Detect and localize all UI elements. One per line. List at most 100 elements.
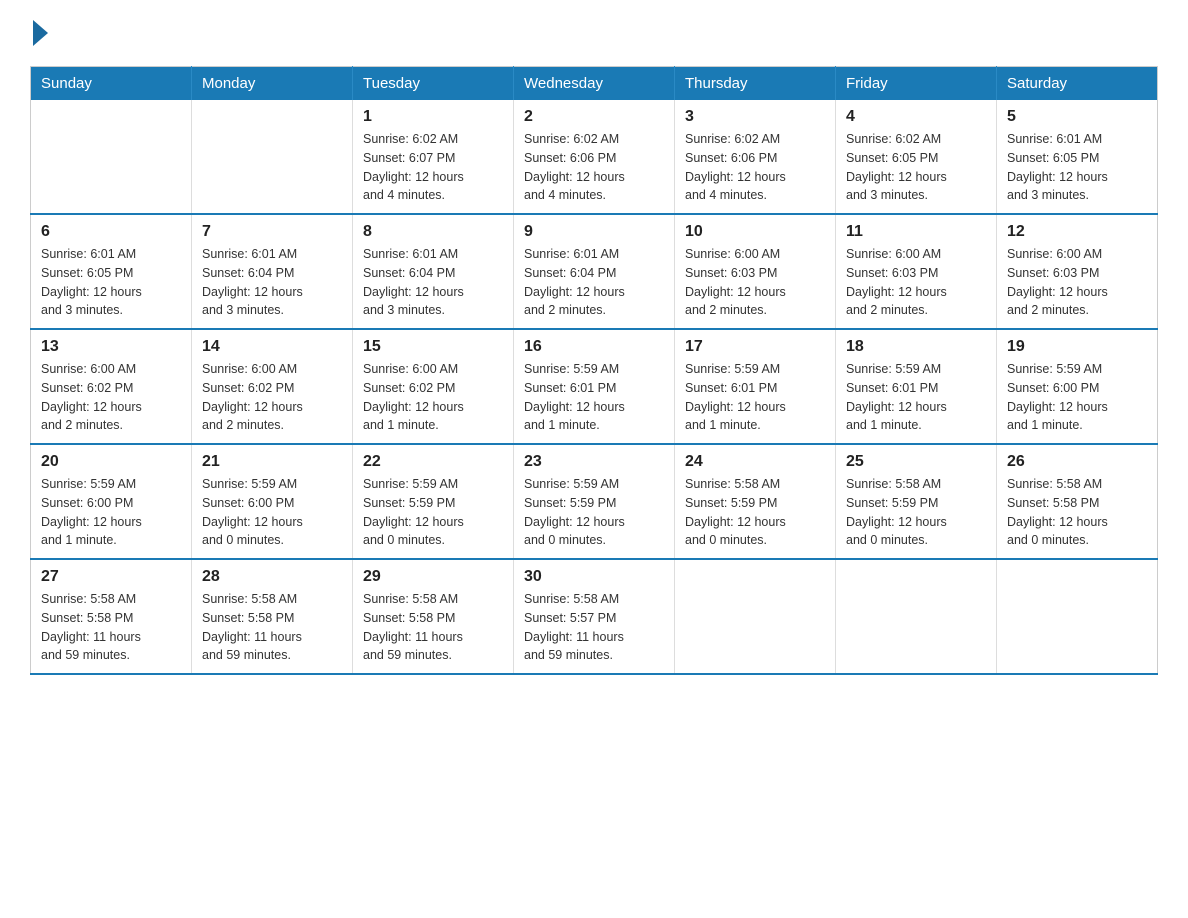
weekday-header-saturday: Saturday bbox=[997, 67, 1158, 101]
calendar-day: 3Sunrise: 6:02 AM Sunset: 6:06 PM Daylig… bbox=[675, 100, 836, 214]
day-info: Sunrise: 6:00 AM Sunset: 6:03 PM Dayligh… bbox=[1007, 245, 1147, 320]
day-info: Sunrise: 6:00 AM Sunset: 6:02 PM Dayligh… bbox=[41, 360, 181, 435]
calendar-day bbox=[836, 559, 997, 674]
day-number: 18 bbox=[846, 338, 986, 356]
day-info: Sunrise: 6:00 AM Sunset: 6:02 PM Dayligh… bbox=[202, 360, 342, 435]
day-info: Sunrise: 5:58 AM Sunset: 5:57 PM Dayligh… bbox=[524, 590, 664, 665]
day-number: 14 bbox=[202, 338, 342, 356]
day-number: 21 bbox=[202, 453, 342, 471]
day-number: 8 bbox=[363, 223, 503, 241]
weekday-header-monday: Monday bbox=[192, 67, 353, 101]
day-info: Sunrise: 5:59 AM Sunset: 6:00 PM Dayligh… bbox=[202, 475, 342, 550]
day-info: Sunrise: 5:58 AM Sunset: 5:58 PM Dayligh… bbox=[363, 590, 503, 665]
day-info: Sunrise: 5:58 AM Sunset: 5:58 PM Dayligh… bbox=[1007, 475, 1147, 550]
calendar-day: 21 Sunrise: 5:59 AM Sunset: 6:00 PM Dayli… bbox=[192, 444, 353, 559]
day-info: Sunrise: 5:59 AM Sunset: 6:01 PM Dayligh… bbox=[524, 360, 664, 435]
calendar-header: SundayMondayTuesdayWednesdayThursdayFrid… bbox=[31, 67, 1158, 101]
calendar-day: 15 Sunrise: 6:00 AM Sunset: 6:02 PM Dayli… bbox=[353, 329, 514, 444]
calendar-day: 18 Sunrise: 5:59 AM Sunset: 6:01 PM Dayli… bbox=[836, 329, 997, 444]
day-info: Sunrise: 5:59 AM Sunset: 6:01 PM Dayligh… bbox=[685, 360, 825, 435]
calendar-day: 20 Sunrise: 5:59 AM Sunset: 6:00 PM Dayli… bbox=[31, 444, 192, 559]
weekday-header-sunday: Sunday bbox=[31, 67, 192, 101]
day-number: 13 bbox=[41, 338, 181, 356]
calendar-day: 30 Sunrise: 5:58 AM Sunset: 5:57 PM Dayli… bbox=[514, 559, 675, 674]
day-number: 4 bbox=[846, 108, 986, 126]
day-number: 5 bbox=[1007, 108, 1147, 126]
day-info: Sunrise: 5:59 AM Sunset: 6:00 PM Dayligh… bbox=[41, 475, 181, 550]
day-number: 25 bbox=[846, 453, 986, 471]
day-info: Sunrise: 6:01 AM Sunset: 6:04 PM Dayligh… bbox=[363, 245, 503, 320]
day-info: Sunrise: 6:01 AM Sunset: 6:05 PM Dayligh… bbox=[1007, 130, 1147, 205]
calendar-day: 2 Sunrise: 6:02 AM Sunset: 6:06 PM Daylig… bbox=[514, 100, 675, 214]
day-number: 27 bbox=[41, 568, 181, 586]
calendar-day: 13 Sunrise: 6:00 AM Sunset: 6:02 PM Dayli… bbox=[31, 329, 192, 444]
day-number: 15 bbox=[363, 338, 503, 356]
page-header bbox=[30, 20, 1158, 46]
day-number: 2 bbox=[524, 108, 664, 126]
calendar-body: 1 Sunrise: 6:02 AM Sunset: 6:07 PM Daylig… bbox=[31, 100, 1158, 674]
day-number: 19 bbox=[1007, 338, 1147, 356]
day-number: 1 bbox=[363, 108, 503, 126]
weekday-header-wednesday: Wednesday bbox=[514, 67, 675, 101]
day-number: 29 bbox=[363, 568, 503, 586]
calendar-day bbox=[31, 100, 192, 214]
weekday-header-friday: Friday bbox=[836, 67, 997, 101]
calendar-day: 12 Sunrise: 6:00 AM Sunset: 6:03 PM Dayli… bbox=[997, 214, 1158, 329]
calendar-day: 7 Sunrise: 6:01 AM Sunset: 6:04 PM Daylig… bbox=[192, 214, 353, 329]
calendar-day bbox=[192, 100, 353, 214]
week-row-4: 20 Sunrise: 5:59 AM Sunset: 6:00 PM Dayli… bbox=[31, 444, 1158, 559]
day-number: 20 bbox=[41, 453, 181, 471]
day-number: 11 bbox=[846, 223, 986, 241]
calendar-table: SundayMondayTuesdayWednesdayThursdayFrid… bbox=[30, 66, 1158, 675]
logo bbox=[30, 20, 48, 46]
calendar-day: 9Sunrise: 6:01 AM Sunset: 6:04 PM Daylig… bbox=[514, 214, 675, 329]
calendar-day: 26 Sunrise: 5:58 AM Sunset: 5:58 PM Dayli… bbox=[997, 444, 1158, 559]
calendar-day: 16 Sunrise: 5:59 AM Sunset: 6:01 PM Dayli… bbox=[514, 329, 675, 444]
weekday-header-tuesday: Tuesday bbox=[353, 67, 514, 101]
day-info: Sunrise: 6:00 AM Sunset: 6:03 PM Dayligh… bbox=[846, 245, 986, 320]
day-info: Sunrise: 6:01 AM Sunset: 6:05 PM Dayligh… bbox=[41, 245, 181, 320]
day-info: Sunrise: 5:59 AM Sunset: 5:59 PM Dayligh… bbox=[363, 475, 503, 550]
day-info: Sunrise: 6:01 AM Sunset: 6:04 PM Dayligh… bbox=[524, 245, 664, 320]
calendar-day: 5 Sunrise: 6:01 AM Sunset: 6:05 PM Daylig… bbox=[997, 100, 1158, 214]
logo-triangle-icon bbox=[33, 20, 48, 46]
day-info: Sunrise: 6:02 AM Sunset: 6:06 PM Dayligh… bbox=[685, 130, 825, 205]
week-row-1: 1 Sunrise: 6:02 AM Sunset: 6:07 PM Daylig… bbox=[31, 100, 1158, 214]
calendar-day: 24 Sunrise: 5:58 AM Sunset: 5:59 PM Dayli… bbox=[675, 444, 836, 559]
calendar-day: 28Sunrise: 5:58 AM Sunset: 5:58 PM Dayli… bbox=[192, 559, 353, 674]
day-info: Sunrise: 5:58 AM Sunset: 5:58 PM Dayligh… bbox=[41, 590, 181, 665]
week-row-3: 13 Sunrise: 6:00 AM Sunset: 6:02 PM Dayli… bbox=[31, 329, 1158, 444]
calendar-day: 14 Sunrise: 6:00 AM Sunset: 6:02 PM Dayli… bbox=[192, 329, 353, 444]
day-number: 12 bbox=[1007, 223, 1147, 241]
day-number: 17 bbox=[685, 338, 825, 356]
calendar-day: 23Sunrise: 5:59 AM Sunset: 5:59 PM Dayli… bbox=[514, 444, 675, 559]
week-row-5: 27 Sunrise: 5:58 AM Sunset: 5:58 PM Dayli… bbox=[31, 559, 1158, 674]
week-row-2: 6Sunrise: 6:01 AM Sunset: 6:05 PM Daylig… bbox=[31, 214, 1158, 329]
calendar-day: 25 Sunrise: 5:58 AM Sunset: 5:59 PM Dayli… bbox=[836, 444, 997, 559]
calendar-day: 8 Sunrise: 6:01 AM Sunset: 6:04 PM Daylig… bbox=[353, 214, 514, 329]
calendar-day: 29 Sunrise: 5:58 AM Sunset: 5:58 PM Dayli… bbox=[353, 559, 514, 674]
day-info: Sunrise: 5:58 AM Sunset: 5:59 PM Dayligh… bbox=[846, 475, 986, 550]
day-number: 7 bbox=[202, 223, 342, 241]
day-number: 16 bbox=[524, 338, 664, 356]
day-info: Sunrise: 6:00 AM Sunset: 6:03 PM Dayligh… bbox=[685, 245, 825, 320]
day-number: 26 bbox=[1007, 453, 1147, 471]
day-number: 30 bbox=[524, 568, 664, 586]
day-info: Sunrise: 6:02 AM Sunset: 6:07 PM Dayligh… bbox=[363, 130, 503, 205]
day-info: Sunrise: 6:01 AM Sunset: 6:04 PM Dayligh… bbox=[202, 245, 342, 320]
day-number: 24 bbox=[685, 453, 825, 471]
logo-general bbox=[30, 20, 48, 46]
day-info: Sunrise: 5:59 AM Sunset: 6:01 PM Dayligh… bbox=[846, 360, 986, 435]
calendar-day: 10Sunrise: 6:00 AM Sunset: 6:03 PM Dayli… bbox=[675, 214, 836, 329]
day-number: 28 bbox=[202, 568, 342, 586]
day-info: Sunrise: 6:02 AM Sunset: 6:06 PM Dayligh… bbox=[524, 130, 664, 205]
day-info: Sunrise: 5:59 AM Sunset: 5:59 PM Dayligh… bbox=[524, 475, 664, 550]
weekday-header-thursday: Thursday bbox=[675, 67, 836, 101]
day-info: Sunrise: 6:02 AM Sunset: 6:05 PM Dayligh… bbox=[846, 130, 986, 205]
day-info: Sunrise: 5:58 AM Sunset: 5:59 PM Dayligh… bbox=[685, 475, 825, 550]
calendar-day: 27 Sunrise: 5:58 AM Sunset: 5:58 PM Dayli… bbox=[31, 559, 192, 674]
calendar-day: 1 Sunrise: 6:02 AM Sunset: 6:07 PM Daylig… bbox=[353, 100, 514, 214]
weekday-header-row: SundayMondayTuesdayWednesdayThursdayFrid… bbox=[31, 67, 1158, 101]
day-info: Sunrise: 6:00 AM Sunset: 6:02 PM Dayligh… bbox=[363, 360, 503, 435]
calendar-day: 4 Sunrise: 6:02 AM Sunset: 6:05 PM Daylig… bbox=[836, 100, 997, 214]
